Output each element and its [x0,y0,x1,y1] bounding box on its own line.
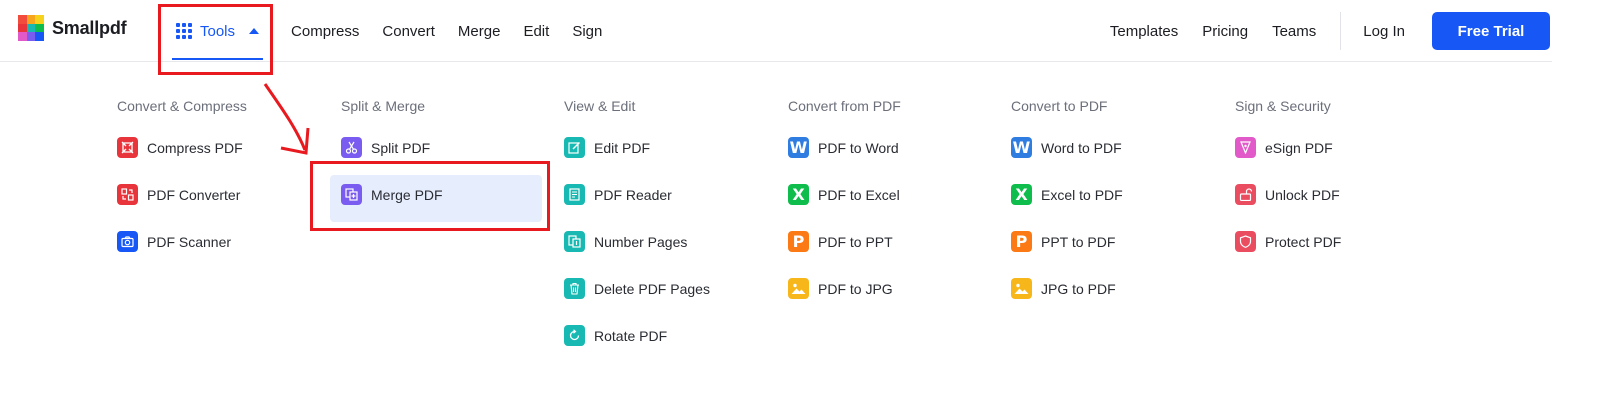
word-icon: W [788,137,809,158]
nav-link-convert[interactable]: Convert [382,23,435,40]
reader-icon [564,184,585,205]
menu-item-label: PDF to PPT [818,233,893,250]
nav-divider [1340,12,1342,50]
menu-item-label: PDF Converter [147,186,241,203]
menu-item-label: PDF to Excel [818,186,900,203]
menu-item-pdf-converter[interactable]: PDF Converter [117,171,337,218]
column-title: Convert from PDF [788,98,901,114]
pen-nib-icon [1235,137,1256,158]
nav-link-sign[interactable]: Sign [572,23,602,40]
nav-link-edit[interactable]: Edit [523,23,549,40]
menu-item-label: Edit PDF [594,139,651,156]
free-trial-button[interactable]: Free Trial [1432,12,1550,50]
trash-icon [564,278,585,299]
menu-item-label: Delete PDF Pages [594,280,710,297]
menu-item-label: Unlock PDF [1265,186,1340,203]
menu-item-pdf-to-word[interactable]: W PDF to Word [788,124,1008,171]
menu-item-merge-pdf[interactable]: Merge PDF [330,171,561,222]
camera-icon [117,231,138,252]
brand-logo[interactable]: Smallpdf [18,15,127,41]
menu-item-jpg-to-pdf[interactable]: JPG to PDF [1011,265,1231,312]
menu-item-word-to-pdf[interactable]: W Word to PDF [1011,124,1231,171]
menu-item-label: eSign PDF [1265,139,1333,156]
menu-item-pdf-scanner[interactable]: PDF Scanner [117,218,337,265]
converter-icon [117,184,138,205]
menu-item-delete-pdf-pages[interactable]: Delete PDF Pages [564,265,784,312]
merge-icon [341,184,362,205]
menu-item-edit-pdf[interactable]: Edit PDF [564,124,784,171]
menu-item-ppt-to-pdf[interactable]: P PPT to PDF [1011,218,1231,265]
menu-item-rotate-pdf[interactable]: Rotate PDF [564,312,784,359]
menu-item-protect-pdf[interactable]: Protect PDF [1235,218,1455,265]
menu-column-convert-to-pdf: Convert to PDF W Word to PDF X Excel to … [1011,96,1231,312]
menu-item-label: Compress PDF [147,139,243,156]
menu-item-number-pages[interactable]: Number Pages [564,218,784,265]
number-pages-icon [564,231,585,252]
menu-item-pdf-to-excel[interactable]: X PDF to Excel [788,171,1008,218]
menu-column-view-edit: View & Edit Edit PDF PDF Reader Number P… [564,96,784,359]
column-title: Convert & Compress [117,98,247,114]
menu-item-label: Number Pages [594,233,688,250]
ppt-icon: P [1011,231,1032,252]
menu-item-unlock-pdf[interactable]: Unlock PDF [1235,171,1455,218]
menu-item-label: Merge PDF [371,186,443,203]
menu-item-label: PDF to JPG [818,280,893,297]
menu-item-pdf-to-ppt[interactable]: P PDF to PPT [788,218,1008,265]
column-title: Convert to PDF [1011,98,1108,114]
menu-item-compress-pdf[interactable]: Compress PDF [117,124,337,171]
nav-link-compress[interactable]: Compress [291,23,359,40]
column-title: View & Edit [564,98,636,114]
menu-item-label: PPT to PDF [1041,233,1116,250]
menu-item-pdf-reader[interactable]: PDF Reader [564,171,784,218]
rotate-icon [564,325,585,346]
menu-item-label: Excel to PDF [1041,186,1123,203]
menu-item-label: Protect PDF [1265,233,1342,250]
nav-link-merge[interactable]: Merge [458,23,501,40]
image-icon [788,278,809,299]
tools-dropdown-menu: Convert & Compress Compress PDF PDF Conv… [0,62,1552,402]
nav-link-templates[interactable]: Templates [1110,23,1178,40]
smallpdf-logo-icon [18,15,44,41]
column-title: Split & Merge [341,98,426,114]
menu-column-sign-security: Sign & Security eSign PDF Unlock PDF Pro… [1235,96,1455,265]
annotation-highlight-tools [158,4,273,75]
nav-link-teams[interactable]: Teams [1272,23,1316,40]
menu-item-label: PDF to Word [818,139,899,156]
menu-column-convert-from-pdf: Convert from PDF W PDF to Word X PDF to … [788,96,1008,312]
menu-item-label: Split PDF [371,139,431,156]
compress-icon [117,137,138,158]
menu-column-split-merge: Split & Merge Split PDF Merge PDF [330,96,561,222]
menu-item-label: PDF Reader [594,186,672,203]
excel-icon: X [788,184,809,205]
word-icon: W [1011,137,1032,158]
menu-item-excel-to-pdf[interactable]: X Excel to PDF [1011,171,1231,218]
menu-item-label: JPG to PDF [1041,280,1116,297]
menu-item-esign-pdf[interactable]: eSign PDF [1235,124,1455,171]
login-link[interactable]: Log In [1363,23,1405,40]
unlock-icon [1235,184,1256,205]
menu-item-label: Rotate PDF [594,327,668,344]
ppt-icon: P [788,231,809,252]
edit-icon [564,137,585,158]
shield-icon [1235,231,1256,252]
secondary-nav: Templates Pricing Teams Log In Free Tria… [1110,0,1550,62]
column-title: Sign & Security [1235,98,1331,114]
menu-item-label: PDF Scanner [147,233,232,250]
menu-item-split-pdf[interactable]: Split PDF [341,124,561,171]
menu-item-label: Word to PDF [1041,139,1122,156]
excel-icon: X [1011,184,1032,205]
menu-item-pdf-to-jpg[interactable]: PDF to JPG [788,265,1008,312]
image-icon [1011,278,1032,299]
scissors-icon [341,137,362,158]
nav-link-pricing[interactable]: Pricing [1202,23,1248,40]
menu-column-convert-compress: Convert & Compress Compress PDF PDF Conv… [117,96,337,265]
brand-name: Smallpdf [52,17,127,38]
